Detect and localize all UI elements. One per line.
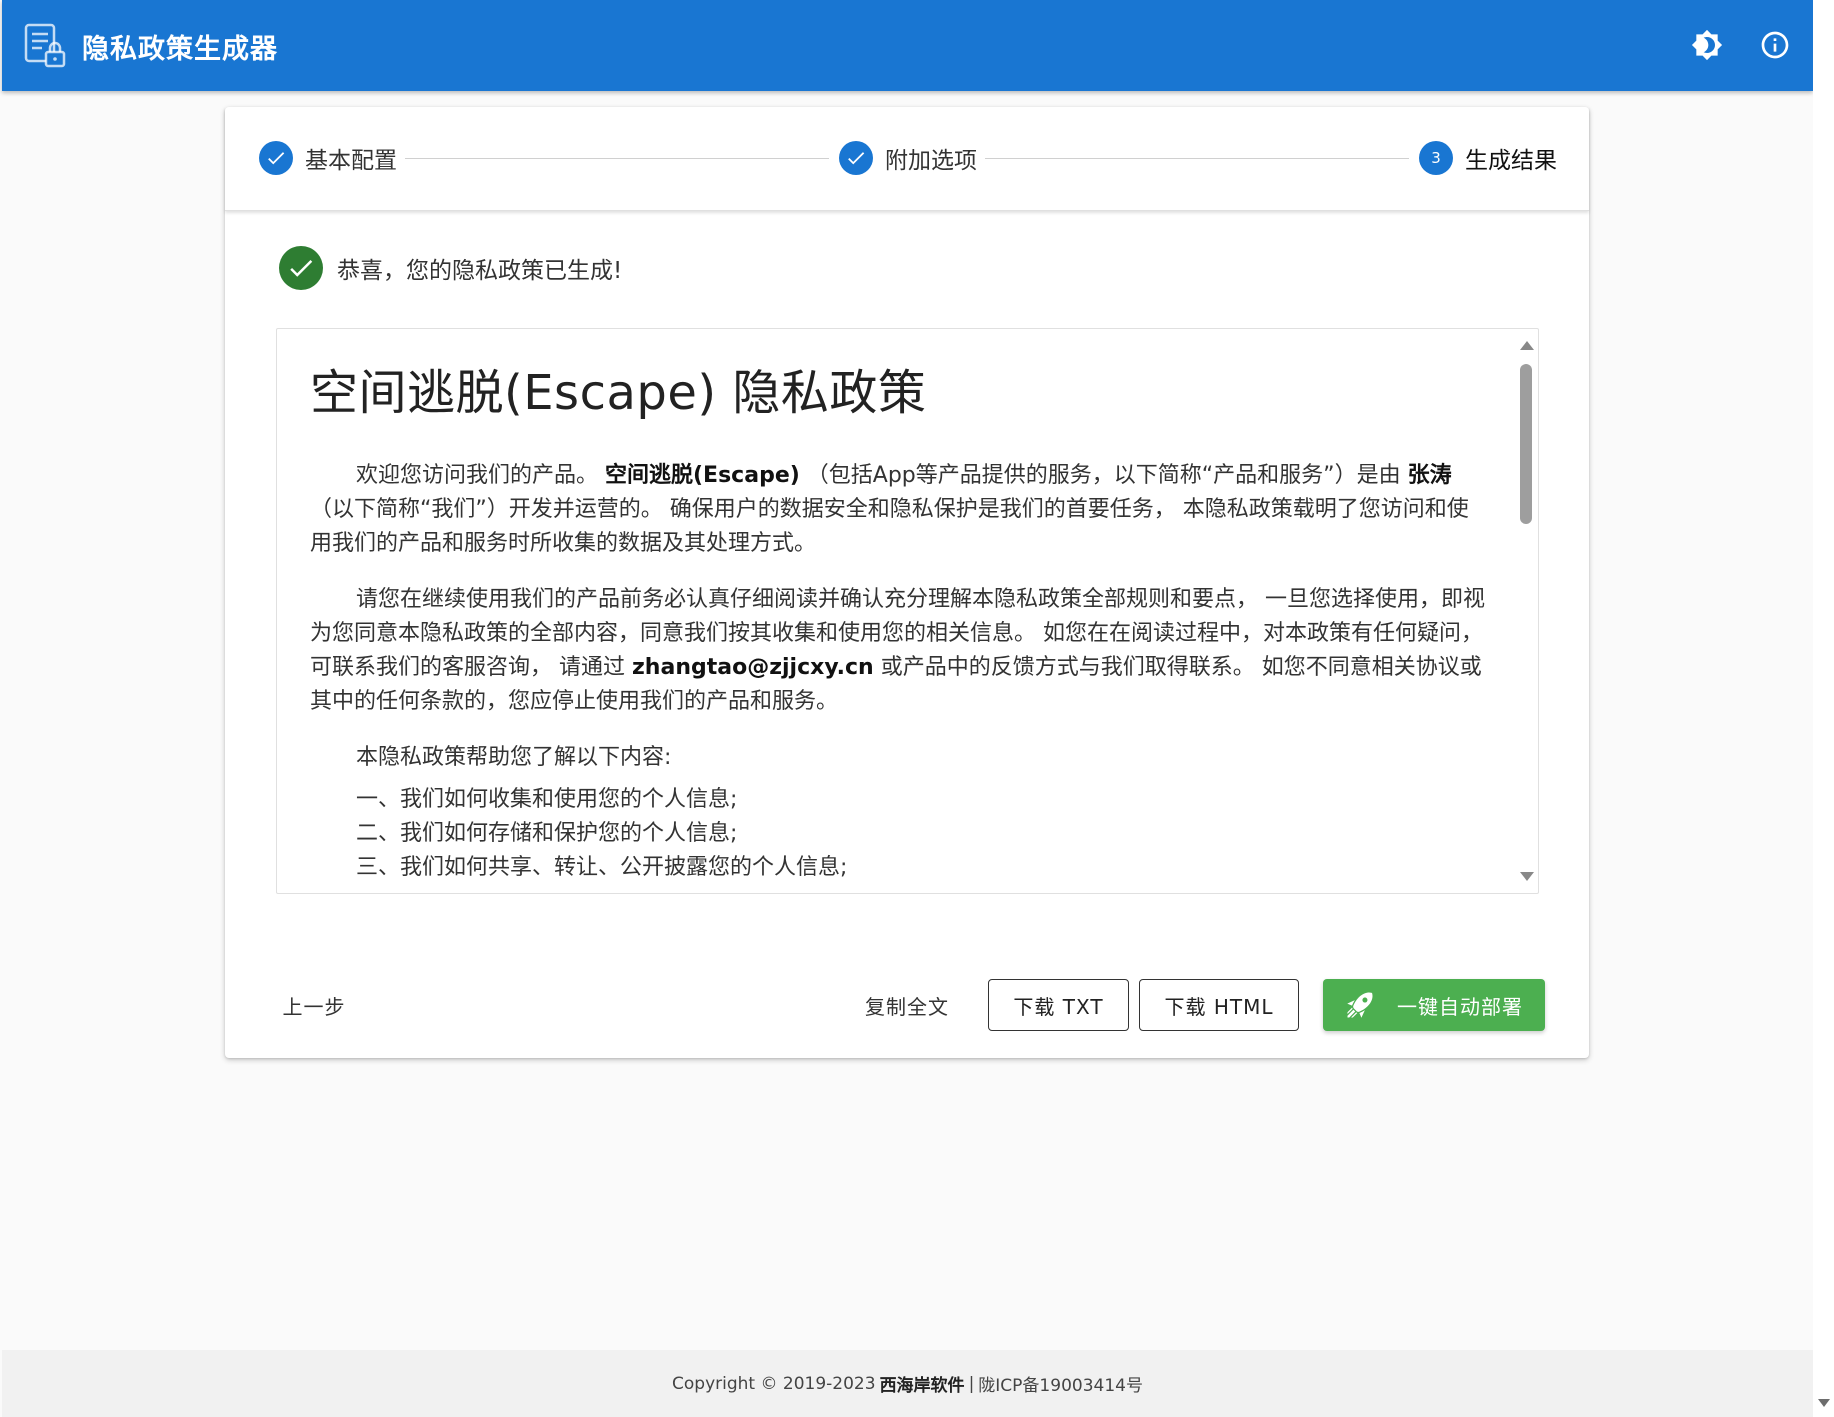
step-complete-check-icon bbox=[259, 141, 293, 175]
step-connector bbox=[405, 158, 829, 159]
step-basic-config[interactable]: 基本配置 bbox=[259, 141, 397, 175]
toc-item: 三、我们如何共享、转让、公开披露您的个人信息; bbox=[356, 854, 848, 880]
preview-scrollbar[interactable] bbox=[1514, 329, 1538, 893]
contact-email: zhangtao@zjjcxy.cn bbox=[632, 654, 874, 680]
footer: Copyright © 2019-2023 西海岸软件 | 陇ICP备19003… bbox=[2, 1350, 1813, 1417]
scroll-down-arrow-icon[interactable] bbox=[1520, 872, 1534, 881]
policy-toc-intro: 本隐私政策帮助您了解以下内容: bbox=[356, 744, 672, 770]
copyright-text: Copyright © 2019-2023 bbox=[672, 1373, 876, 1394]
company-name: 张涛 bbox=[1407, 462, 1452, 488]
policy-title: 空间逃脱(Escape) 隐私政策 bbox=[310, 365, 927, 421]
auto-deploy-label: 一键自动部署 bbox=[1397, 994, 1523, 1019]
footer-company-link[interactable]: 西海岸软件 bbox=[880, 1371, 965, 1396]
page-scrollbar[interactable] bbox=[1813, 0, 1834, 1417]
download-txt-button[interactable]: 下载 TXT bbox=[988, 979, 1129, 1031]
step-label: 附加选项 bbox=[885, 148, 977, 174]
copy-all-button[interactable]: 复制全文 bbox=[851, 979, 963, 1031]
app-title: 隐私政策生成器 bbox=[82, 34, 278, 65]
policy-text: （以下简称“我们”）开发并运营的。 确保用户的数据安全和隐私保护是我们的首要任务… bbox=[310, 496, 1469, 556]
auto-deploy-button[interactable]: 一键自动部署 bbox=[1323, 979, 1545, 1031]
toc-item: 二、我们如何存储和保护您的个人信息; bbox=[356, 820, 738, 846]
download-html-button[interactable]: 下载 HTML bbox=[1139, 979, 1299, 1031]
step-connector bbox=[985, 158, 1409, 159]
policy-text: （包括App等产品提供的服务，以下简称“产品和服务”）是由 bbox=[799, 462, 1408, 488]
about-button[interactable] bbox=[1751, 21, 1799, 69]
icp-link[interactable]: 陇ICP备19003414号 bbox=[978, 1371, 1143, 1396]
step-label: 生成结果 bbox=[1465, 148, 1557, 174]
check-circle-icon bbox=[279, 246, 323, 290]
step-result[interactable]: 3 生成结果 bbox=[1419, 141, 1557, 175]
policy-text: 欢迎您访问我们的产品。 bbox=[356, 462, 605, 488]
toc-item: 一、我们如何收集和使用您的个人信息; bbox=[356, 786, 738, 812]
success-message: 恭喜，您的隐私政策已生成! bbox=[337, 258, 623, 284]
step-additional-options[interactable]: 附加选项 bbox=[839, 141, 977, 175]
footer-separator: | bbox=[968, 1373, 975, 1394]
rocket-icon bbox=[1347, 992, 1373, 1018]
scroll-up-arrow-icon[interactable] bbox=[1520, 341, 1534, 350]
policy-preview[interactable]: 空间逃脱(Escape) 隐私政策 欢迎您访问我们的产品。 空间逃脱(Escap… bbox=[276, 328, 1539, 894]
policy-intro-paragraph: 欢迎您访问我们的产品。 空间逃脱(Escape) （包括App等产品提供的服务，… bbox=[310, 459, 1488, 561]
step-complete-check-icon bbox=[839, 141, 873, 175]
product-name: 空间逃脱(Escape) bbox=[605, 462, 800, 488]
app-bar: 隐私政策生成器 bbox=[2, 0, 1813, 91]
step-label: 基本配置 bbox=[305, 148, 397, 174]
brightness-icon bbox=[1691, 29, 1723, 61]
generator-card: 基本配置 附加选项 3 生成结果 恭喜，您的隐私政策已生成! 空间逃脱(Esca… bbox=[225, 107, 1589, 1058]
policy-toc: 一、我们如何收集和使用您的个人信息; 二、我们如何存储和保护您的个人信息; 三、… bbox=[310, 783, 1488, 885]
scroll-down-arrow-icon[interactable] bbox=[1818, 1399, 1830, 1407]
success-alert: 恭喜，您的隐私政策已生成! bbox=[279, 246, 622, 290]
privacy-document-lock-icon bbox=[24, 22, 68, 68]
scrollbar-thumb[interactable] bbox=[1520, 364, 1532, 524]
back-button[interactable]: 上一步 bbox=[265, 979, 363, 1031]
theme-toggle-button[interactable] bbox=[1683, 21, 1731, 69]
stepper: 基本配置 附加选项 3 生成结果 bbox=[225, 107, 1589, 211]
policy-consent-paragraph: 请您在继续使用我们的产品前务必认真仔细阅读并确认充分理解本隐私政策全部规则和要点… bbox=[310, 583, 1488, 719]
info-icon bbox=[1761, 31, 1789, 59]
policy-document: 空间逃脱(Escape) 隐私政策 欢迎您访问我们的产品。 空间逃脱(Escap… bbox=[310, 365, 1488, 885]
step-number: 3 bbox=[1419, 141, 1453, 175]
